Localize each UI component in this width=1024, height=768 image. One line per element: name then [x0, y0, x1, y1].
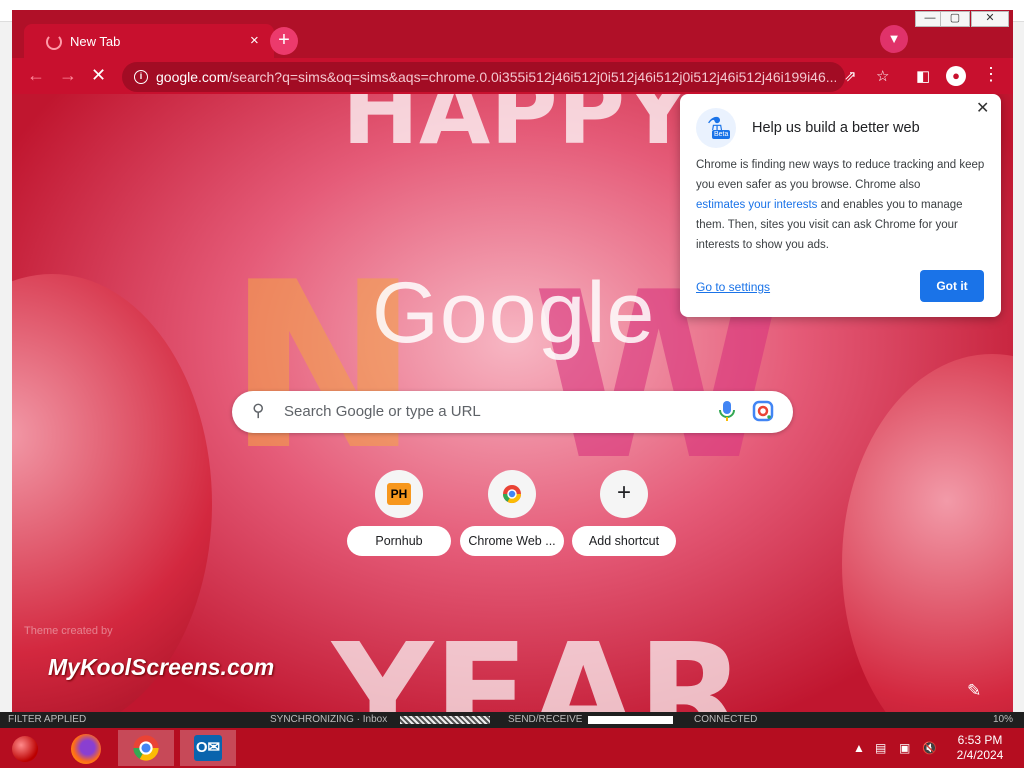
- add-icon: +: [600, 470, 648, 518]
- site-info-icon[interactable]: i: [134, 70, 148, 84]
- start-button[interactable]: [0, 730, 50, 766]
- tab-close-button[interactable]: ×: [250, 32, 259, 49]
- microphone-icon[interactable]: [716, 399, 738, 423]
- theme-art-year: YEAR: [332, 614, 746, 714]
- background-app-left: [0, 22, 12, 717]
- url-text: google.com/search?q=sims&oq=sims&aqs=chr…: [156, 69, 836, 85]
- privacy-sandbox-dialog: ✕ ⚗ Beta Help us build a better web Chro…: [680, 94, 1001, 317]
- volume-muted-icon[interactable]: 🔇: [922, 741, 937, 755]
- tab-search-button[interactable]: ▼: [880, 25, 908, 53]
- display-icon[interactable]: ▣: [899, 741, 910, 755]
- shortcut-label: Pornhub: [347, 526, 451, 556]
- outlook-taskbar-icon[interactable]: O✉: [180, 730, 236, 766]
- show-hidden-icons[interactable]: ▲: [853, 741, 865, 755]
- customize-pencil-icon[interactable]: ✎: [967, 681, 981, 701]
- add-shortcut-button[interactable]: + Add shortcut: [572, 466, 676, 560]
- background-status-bar: FILTER APPLIED SYNCHRONIZING · Inbox SEN…: [0, 712, 1024, 728]
- firefox-icon[interactable]: [58, 730, 114, 766]
- search-placeholder: Search Google or type a URL: [284, 403, 481, 420]
- tab-new-tab[interactable]: New Tab ×: [24, 24, 274, 62]
- loading-spinner-icon: [46, 34, 62, 50]
- stop-button[interactable]: ✕: [91, 65, 106, 86]
- close-window-button[interactable]: ✕: [971, 11, 1009, 27]
- shortcut-label: Add shortcut: [572, 526, 676, 556]
- taskbar: O✉ ▲ ▤ ▣ 🔇 6:53 PM 2/4/2024: [0, 728, 1024, 768]
- toolbar: ← → ✕ i google.com/search?q=sims&oq=sims…: [12, 58, 1013, 96]
- go-to-settings-link[interactable]: Go to settings: [696, 280, 770, 294]
- got-it-button[interactable]: Got it: [920, 270, 984, 302]
- back-button[interactable]: ←: [27, 65, 45, 86]
- google-lens-icon[interactable]: [751, 399, 775, 423]
- theme-credit[interactable]: Theme created by: [24, 625, 113, 637]
- shortcut-chrome-web-store[interactable]: Chrome Web ...: [460, 466, 564, 560]
- background-app-right: [1012, 22, 1024, 717]
- estimates-interests-link[interactable]: estimates your interests: [696, 199, 817, 211]
- search-icon: ⚲: [252, 401, 265, 420]
- profile-avatar-icon[interactable]: ●: [946, 66, 966, 86]
- beta-flask-icon: ⚗ Beta: [696, 108, 736, 148]
- shortcut-favicon: PH: [375, 470, 423, 518]
- share-icon[interactable]: ⇗: [844, 67, 857, 85]
- new-tab-page: HAPPY N W YEAR Google ⚲ Search Google or…: [12, 94, 1013, 714]
- dialog-body: Chrome is finding new ways to reduce tra…: [696, 159, 985, 251]
- address-bar[interactable]: i google.com/search?q=sims&oq=sims&aqs=c…: [122, 62, 845, 92]
- tab-strip: New Tab × + ▼ — ▢ ✕: [12, 10, 1013, 62]
- bookmark-star-icon[interactable]: ☆: [876, 67, 889, 85]
- sync-progress-bar: [400, 716, 490, 724]
- side-panel-icon[interactable]: ◧: [916, 67, 930, 85]
- tab-title: New Tab: [70, 34, 121, 49]
- watermark: MyKoolScreens.com: [48, 654, 275, 680]
- google-logo: Google: [372, 265, 656, 361]
- ntp-search-box[interactable]: ⚲ Search Google or type a URL: [232, 391, 793, 433]
- shortcut-pornhub[interactable]: PH Pornhub: [347, 466, 451, 560]
- chrome-web-store-icon: [488, 470, 536, 518]
- send-progress-bar: [588, 716, 673, 724]
- ornament-left-image: [12, 274, 212, 714]
- clock[interactable]: 6:53 PM 2/4/2024: [945, 733, 1015, 763]
- ornament-right-image: [842, 354, 1013, 714]
- network-icon[interactable]: ▤: [875, 741, 886, 755]
- shortcut-label: Chrome Web ...: [460, 526, 564, 556]
- dialog-close-button[interactable]: ✕: [976, 98, 989, 118]
- maximize-button[interactable]: ▢: [940, 11, 970, 27]
- dialog-title: Help us build a better web: [752, 120, 920, 136]
- chrome-taskbar-icon[interactable]: [118, 730, 174, 766]
- chrome-window: New Tab × + ▼ — ▢ ✕ ← → ✕ i google.com/s…: [12, 10, 1013, 714]
- theme-art-happy: HAPPY: [342, 94, 692, 165]
- forward-button[interactable]: →: [59, 65, 77, 86]
- menu-kebab-icon[interactable]: ⋮: [982, 64, 1000, 85]
- new-tab-button[interactable]: +: [270, 27, 298, 55]
